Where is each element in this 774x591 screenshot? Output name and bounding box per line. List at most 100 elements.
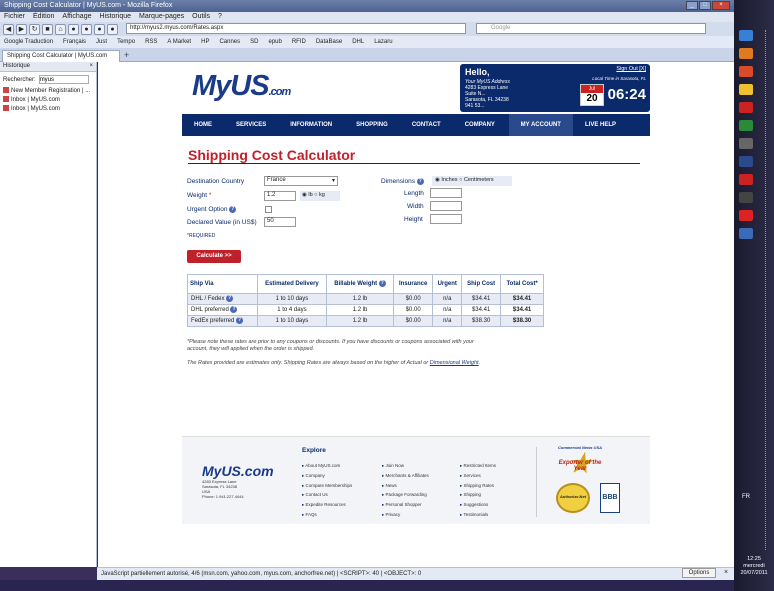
- footer-link[interactable]: Contact Us: [302, 490, 352, 500]
- footer-link[interactable]: Company: [302, 471, 352, 481]
- addon-icon[interactable]: ●: [107, 23, 118, 35]
- app-icon[interactable]: [739, 84, 753, 95]
- reload-icon[interactable]: ↻: [29, 23, 40, 35]
- language-indicator[interactable]: FR: [742, 494, 750, 500]
- tab-shipping-calculator[interactable]: Shipping Cost Calculator | MyUS.com: [2, 50, 120, 62]
- sidebar-search-input[interactable]: [38, 75, 89, 84]
- system-clock[interactable]: 12:25 mercredi 20/07/2011: [734, 556, 774, 577]
- bookmark-item[interactable]: SD: [250, 39, 258, 45]
- weight-input[interactable]: 1.2: [264, 191, 296, 201]
- bookmark-item[interactable]: Lazaru: [374, 39, 392, 45]
- nav-services[interactable]: SERVICES: [224, 122, 278, 128]
- help-icon[interactable]: ?: [378, 280, 386, 288]
- help-icon[interactable]: ?: [230, 306, 238, 314]
- menu-tools[interactable]: Outils: [192, 13, 210, 21]
- menu-history[interactable]: Historique: [99, 13, 131, 21]
- declared-value-input[interactable]: 50: [264, 217, 296, 227]
- app-icon[interactable]: [739, 30, 753, 41]
- help-icon[interactable]: ?: [226, 295, 234, 303]
- addon-icon[interactable]: ●: [94, 23, 105, 35]
- myus-logo[interactable]: MyUS.com: [192, 70, 291, 103]
- app-icon[interactable]: [739, 210, 753, 221]
- bookmark-item[interactable]: DataBase: [316, 39, 342, 45]
- search-input[interactable]: Google: [476, 23, 706, 34]
- footer-link[interactable]: About MyUS.com: [302, 461, 352, 471]
- footer-link[interactable]: Personal Shopper: [382, 500, 429, 510]
- menu-file[interactable]: Fichier: [4, 13, 25, 21]
- firefox-icon[interactable]: [739, 66, 753, 77]
- history-item[interactable]: Inbox | MyUS.com: [0, 96, 96, 105]
- nav-information[interactable]: INFORMATION: [278, 122, 344, 128]
- home-icon[interactable]: ⌂: [55, 23, 66, 35]
- menu-bookmarks[interactable]: Marque-pages: [139, 13, 184, 21]
- nav-shopping[interactable]: SHOPPING: [344, 122, 400, 128]
- bookmark-item[interactable]: Tempo: [117, 39, 135, 45]
- nav-my-account[interactable]: MY ACCOUNT: [508, 114, 573, 136]
- nav-live-help[interactable]: LIVE HELP: [573, 114, 650, 136]
- nav-contact[interactable]: CONTACT: [400, 122, 453, 128]
- footer-link[interactable]: Shipping Rates: [460, 481, 496, 491]
- app-icon[interactable]: [739, 228, 753, 239]
- help-icon[interactable]: ?: [236, 317, 244, 325]
- bookmark-item[interactable]: DHL: [352, 39, 364, 45]
- bookmark-item[interactable]: RSS: [145, 39, 157, 45]
- nav-home[interactable]: HOME: [182, 122, 224, 128]
- addon-icon[interactable]: ●: [81, 23, 92, 35]
- urgent-checkbox[interactable]: [265, 206, 272, 213]
- footer-link[interactable]: Shipping: [460, 490, 496, 500]
- footer-link[interactable]: Services: [460, 471, 496, 481]
- dimensional-weight-link[interactable]: Dimensional Weight: [430, 360, 479, 366]
- bookmark-item[interactable]: HP: [201, 39, 209, 45]
- forward-icon[interactable]: ▶: [16, 23, 27, 35]
- close-icon[interactable]: ×: [712, 1, 730, 10]
- app-icon[interactable]: [739, 120, 753, 131]
- new-tab-button[interactable]: +: [124, 50, 129, 60]
- radio-inches-icon[interactable]: ◉: [435, 177, 440, 183]
- stop-icon[interactable]: ■: [42, 23, 53, 35]
- footer-link[interactable]: News: [382, 481, 429, 491]
- history-item[interactable]: New Member Registration | ...: [0, 87, 96, 96]
- footer-link[interactable]: Package Forwarding: [382, 490, 429, 500]
- bookmark-item[interactable]: Google Traduction: [4, 39, 53, 45]
- bookmark-item[interactable]: Cannes: [219, 39, 240, 45]
- pdf-icon[interactable]: [739, 174, 753, 185]
- footer-link[interactable]: Suggestions: [460, 500, 496, 510]
- footer-logo[interactable]: MyUS.com: [202, 463, 274, 479]
- bookmark-item[interactable]: Just: [96, 39, 107, 45]
- radio-kg-icon[interactable]: ○: [314, 192, 317, 198]
- menu-edit[interactable]: Édition: [33, 13, 54, 21]
- sign-out-link[interactable]: Sign Out [X]: [616, 66, 646, 72]
- authorize-net-seal[interactable]: Authorize.Net: [556, 483, 590, 513]
- menu-view[interactable]: Affichage: [62, 13, 91, 21]
- maximize-icon[interactable]: □: [699, 1, 711, 10]
- radio-lb-icon[interactable]: ◉: [302, 192, 307, 198]
- footer-link[interactable]: Restricted Items: [460, 461, 497, 471]
- app-icon[interactable]: [739, 192, 753, 203]
- bookmark-item[interactable]: A Market: [167, 39, 191, 45]
- bookmark-item[interactable]: Français: [63, 39, 86, 45]
- addon-icon[interactable]: ●: [68, 23, 79, 35]
- history-item[interactable]: Inbox | MyUS.com: [0, 105, 96, 114]
- footer-link[interactable]: Testimonials: [460, 510, 496, 520]
- bookmark-item[interactable]: epub: [268, 39, 281, 45]
- bbb-seal[interactable]: BBB: [600, 483, 620, 513]
- footer-link[interactable]: FAQs: [302, 510, 352, 520]
- app-icon[interactable]: [739, 156, 753, 167]
- footer-link[interactable]: Join Now: [382, 461, 429, 471]
- footer-link[interactable]: Privacy: [382, 510, 429, 520]
- destination-select[interactable]: France ▾: [264, 176, 338, 186]
- footer-link[interactable]: Expedite Resources: [302, 500, 352, 510]
- app-icon[interactable]: [739, 102, 753, 113]
- url-bar[interactable]: http://myus2.myus.com/Rates.aspx: [126, 23, 466, 34]
- height-input[interactable]: [430, 214, 462, 224]
- nav-company[interactable]: COMPANY: [453, 122, 507, 128]
- app-icon[interactable]: [739, 138, 753, 149]
- minimize-icon[interactable]: _: [686, 1, 698, 10]
- calculate-button[interactable]: Calculate >>: [187, 250, 241, 263]
- sidebar-close-icon[interactable]: ×: [89, 63, 93, 70]
- app-icon[interactable]: [739, 48, 753, 59]
- radio-cm-icon[interactable]: ○: [459, 177, 462, 183]
- footer-link[interactable]: Compare Memberships: [302, 481, 353, 491]
- length-input[interactable]: [430, 188, 462, 198]
- width-input[interactable]: [430, 201, 462, 211]
